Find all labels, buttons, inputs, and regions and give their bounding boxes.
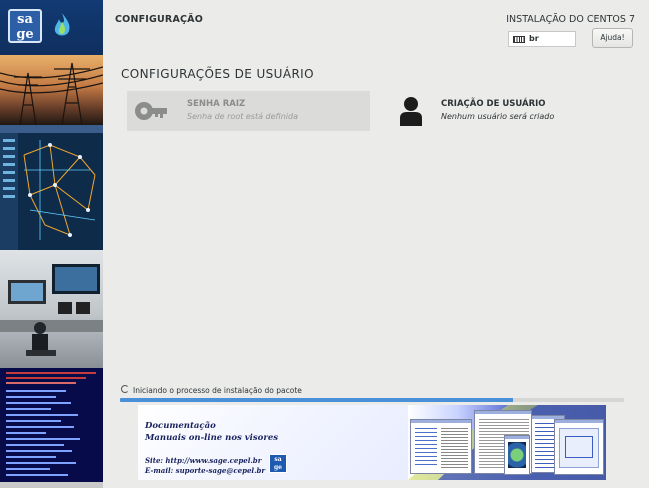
- terminal-image: [0, 368, 103, 488]
- progress-label: Iniciando o processo de instalação do pa…: [133, 386, 302, 395]
- banner-documentation: Documentação: [145, 421, 216, 431]
- root-password-spoke[interactable]: SENHA RAIZ Senha de root está definida: [127, 91, 370, 131]
- page-title: CONFIGURAÇÃO: [115, 14, 204, 25]
- banner-manuals: Manuais on-line nos visores: [145, 433, 279, 443]
- user-icon: [400, 97, 422, 126]
- power-tower-image: [0, 55, 103, 125]
- banner-screenshot-window: [410, 419, 472, 474]
- keyboard-layout-indicator[interactable]: br: [508, 31, 576, 47]
- progress-bar: [120, 398, 624, 402]
- banner-screenshot-window: [554, 419, 604, 475]
- user-creation-status: Nenhum usuário será criado: [441, 112, 555, 121]
- user-creation-title: CRIAÇÃO DE USUÁRIO: [441, 99, 546, 109]
- progress-bar-fill: [120, 398, 514, 402]
- spinner-icon: [121, 385, 129, 393]
- section-title: CONFIGURAÇÕES DE USUÁRIO: [121, 67, 314, 81]
- product-banner: Documentação Manuais on-line nos visores…: [138, 405, 606, 480]
- flame-logo-icon: [54, 13, 70, 36]
- control-room-image: [0, 250, 103, 368]
- main-panel: CONFIGURAÇÃO INSTALAÇÃO DO CENTOS 7 br A…: [103, 0, 649, 488]
- sage-logo: sa ge: [8, 9, 42, 43]
- install-title: INSTALAÇÃO DO CENTOS 7: [506, 14, 635, 25]
- sidebar-logo-area: sa ge: [0, 0, 103, 55]
- root-password-title: SENHA RAIZ: [187, 99, 246, 109]
- key-icon: [135, 102, 167, 120]
- banner-email: E-mail: suporte-sage@cepel.br: [145, 466, 266, 475]
- banner-screenshot-window: [504, 435, 530, 475]
- banner-site: Site: http://www.sage.cepel.br: [145, 456, 262, 465]
- root-password-status: Senha de root está definida: [187, 112, 298, 121]
- help-button[interactable]: Ajuda!: [592, 28, 633, 48]
- grid-diagram-image: [0, 125, 103, 250]
- keyboard-layout-label: br: [529, 34, 539, 43]
- user-creation-spoke[interactable]: CRIAÇÃO DE USUÁRIO Nenhum usuário será c…: [393, 91, 633, 131]
- keyboard-icon: [513, 36, 525, 43]
- banner-sage-logo: sa ge: [269, 454, 287, 473]
- sidebar-artwork: sa ge: [0, 0, 103, 488]
